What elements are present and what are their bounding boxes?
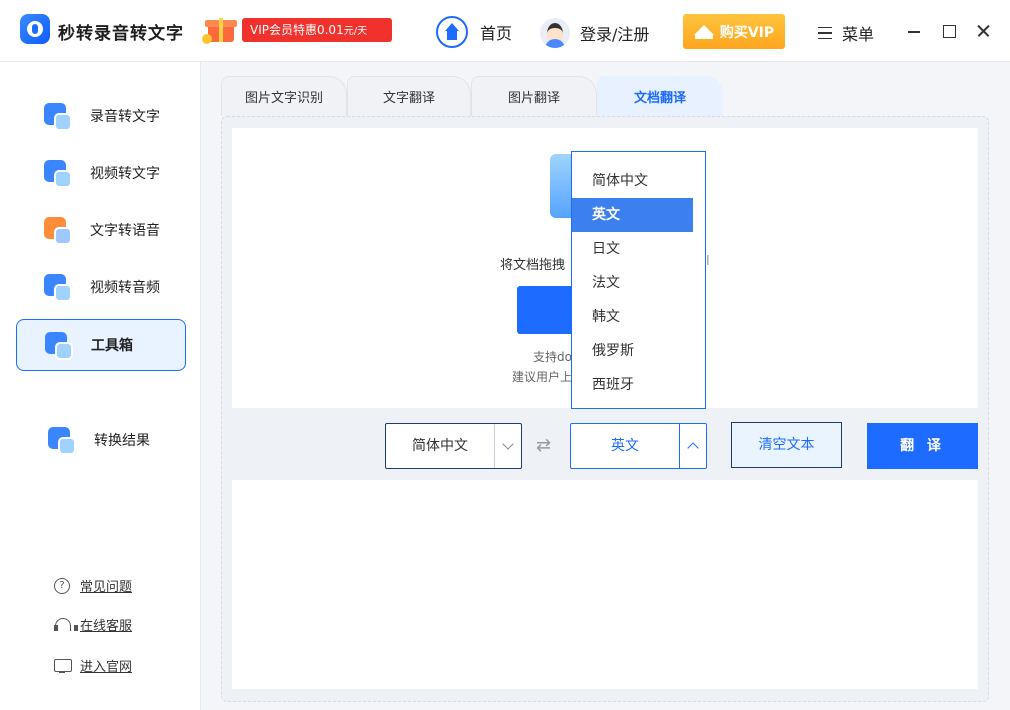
toolbox-icon	[45, 330, 75, 360]
close-icon[interactable]	[975, 23, 991, 39]
chevron-up-icon[interactable]	[679, 424, 706, 468]
app-logo-icon	[20, 14, 50, 44]
sidebar-item-video-to-text[interactable]: 视频转文字	[16, 147, 186, 199]
home-button[interactable]: 首页	[436, 16, 512, 48]
source-language-select[interactable]: 简体中文	[385, 423, 522, 469]
sidebar-item-results[interactable]: 转换结果	[16, 414, 186, 466]
avatar-icon	[540, 18, 570, 48]
sidebar-item-toolbox[interactable]: 工具箱	[16, 319, 186, 371]
drop-hint: 将文档拖拽	[500, 258, 566, 273]
target-language-value: 英文	[611, 438, 639, 454]
clear-text-button[interactable]: 清空文本	[731, 422, 842, 468]
video-audio-icon	[44, 272, 74, 302]
login-label: 登录/注册	[580, 25, 650, 44]
title-bar: 秒转录音转文字 VIP会员特惠0.01元/天 首页 登录/注册 购买VIP 菜单	[0, 0, 1010, 62]
drop-hint-tail: l	[706, 254, 710, 269]
dropdown-option[interactable]: 简体中文	[572, 164, 693, 198]
minimize-icon[interactable]	[906, 23, 922, 39]
faq-label: 常见问题	[80, 580, 133, 595]
sidebar-item-text-to-speech[interactable]: 文字转语音	[16, 204, 186, 256]
dropdown-option[interactable]: 法文	[572, 266, 693, 300]
upload-button[interactable]	[517, 286, 572, 334]
home-label: 首页	[480, 24, 513, 43]
tab-document-translate[interactable]: 文档翻译	[597, 76, 723, 116]
swap-languages-icon[interactable]	[536, 435, 556, 456]
upload-suggestion: 建议用户上	[512, 370, 572, 384]
target-language-dropdown: 简体中文 英文 日文 法文 韩文 俄罗斯 西班牙	[571, 151, 706, 409]
maximize-icon[interactable]	[941, 23, 957, 39]
app-title: 秒转录音转文字	[58, 24, 184, 44]
dropdown-option[interactable]: 俄罗斯	[572, 334, 693, 368]
sidebar-item-label: 录音转文字	[90, 109, 160, 125]
support-link[interactable]: 在线客服	[54, 615, 132, 634]
gift-box-icon	[200, 14, 240, 44]
login-button[interactable]: 登录/注册	[540, 17, 649, 49]
website-label: 进入官网	[80, 660, 133, 675]
results-icon	[48, 425, 78, 455]
sidebar-item-label: 转换结果	[94, 433, 150, 449]
dropdown-option-selected[interactable]: 英文	[572, 198, 693, 232]
support-label: 在线客服	[80, 619, 133, 634]
dropdown-option[interactable]: 日文	[572, 232, 693, 266]
buy-vip-button[interactable]: 购买VIP	[683, 14, 785, 49]
headset-icon	[54, 617, 78, 633]
chevron-down-icon[interactable]	[494, 424, 521, 468]
hamburger-icon	[818, 27, 832, 39]
sidebar-item-video-to-audio[interactable]: 视频转音频	[16, 261, 186, 313]
supported-formats: 支持do	[533, 350, 572, 364]
sidebar: 录音转文字 视频转文字 文字转语音 视频转音频 工具箱 转换结果 ? 常见问题 …	[0, 62, 201, 710]
dropdown-option[interactable]: 西班牙	[572, 368, 693, 402]
vip-promo-banner[interactable]: VIP会员特惠0.01元/天	[200, 14, 392, 44]
sidebar-item-audio-to-text[interactable]: 录音转文字	[16, 90, 186, 142]
website-link[interactable]: 进入官网	[54, 656, 132, 675]
sidebar-item-label: 工具箱	[91, 338, 133, 354]
text-speech-icon	[44, 215, 74, 245]
sidebar-item-label: 文字转语音	[90, 223, 160, 239]
video-text-icon	[44, 158, 74, 188]
menu-button[interactable]: 菜单	[818, 20, 874, 46]
monitor-icon	[54, 658, 72, 674]
target-language-select[interactable]: 英文	[570, 423, 707, 469]
faq-link[interactable]: ? 常见问题	[54, 576, 132, 595]
dropdown-option[interactable]: 韩文	[572, 300, 693, 334]
home-icon	[436, 16, 468, 48]
translation-result-area[interactable]	[232, 480, 978, 689]
sidebar-item-label: 视频转文字	[90, 166, 160, 182]
vip-promo-label: VIP会员特惠0.01元/天	[242, 18, 392, 42]
question-icon: ?	[54, 577, 70, 594]
tab-image-translate[interactable]: 图片翻译	[471, 76, 597, 116]
sidebar-item-label: 视频转音频	[90, 280, 160, 296]
audio-text-icon	[44, 101, 74, 131]
tab-text-translate[interactable]: 文字翻译	[347, 76, 471, 116]
source-language-value: 简体中文	[412, 438, 468, 454]
buy-vip-label: 购买VIP	[719, 24, 775, 41]
menu-label: 菜单	[842, 25, 875, 44]
tab-image-ocr[interactable]: 图片文字识别	[221, 76, 347, 116]
crown-icon	[693, 24, 714, 39]
translate-button[interactable]: 翻 译	[867, 423, 978, 469]
